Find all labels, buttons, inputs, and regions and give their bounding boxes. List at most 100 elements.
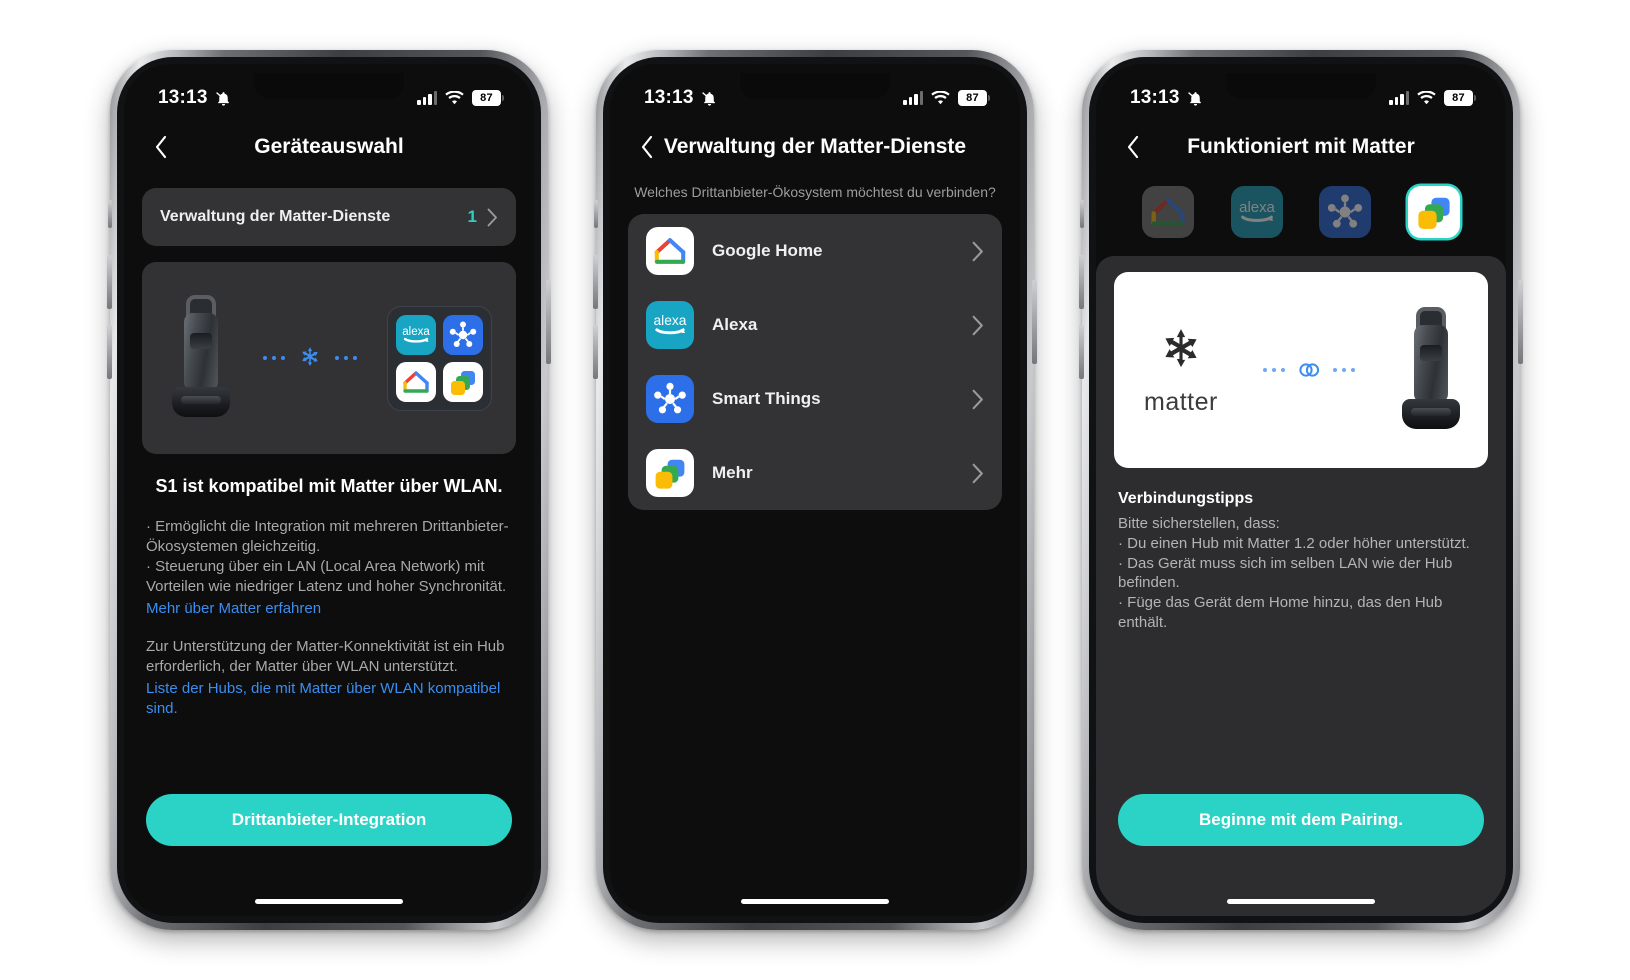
list-item-smart-things[interactable]: Smart Things — [628, 362, 1002, 436]
power-button[interactable] — [1032, 280, 1037, 364]
pairing-illustration-card: matter — [1114, 272, 1488, 468]
phone-3: 13:13 87 Funktioniert mit Matter alexa m… — [1079, 50, 1523, 930]
volume-up-button[interactable] — [593, 255, 598, 309]
phone-2-body: Welches Drittanbieter-Ökosystem möchtest… — [610, 176, 1020, 886]
svg-text:alexa: alexa — [402, 326, 430, 338]
tab-more[interactable] — [1407, 186, 1460, 238]
home-indicator[interactable] — [610, 886, 1020, 916]
volume-down-button[interactable] — [593, 325, 598, 379]
ecosystem-question: Welches Drittanbieter-Ökosystem möchtest… — [634, 184, 996, 200]
status-time: 13:13 — [1130, 87, 1180, 108]
connection-dots-left — [262, 356, 285, 360]
page-title: Geräteauswahl — [254, 135, 404, 158]
back-button[interactable] — [1118, 132, 1148, 162]
wifi-icon — [931, 90, 950, 106]
tips-line-1: · Du einen Hub mit Matter 1.2 oder höher… — [1118, 534, 1470, 552]
cta-container: Beginne mit dem Pairing. — [1096, 794, 1506, 886]
feature-bullets: · Ermöglicht die Integration mit mehrere… — [146, 518, 509, 595]
list-item-more[interactable]: Mehr — [628, 436, 1002, 510]
alexa-icon: alexa — [646, 301, 694, 349]
svg-text:alexa: alexa — [654, 313, 687, 328]
battery-cap — [988, 95, 990, 101]
notch — [740, 73, 890, 99]
volume-up-button[interactable] — [1079, 255, 1084, 309]
power-button[interactable] — [1518, 280, 1523, 364]
battery-level: 87 — [1444, 90, 1473, 106]
ecosystem-icon-grid: alexa — [387, 305, 492, 411]
phone-2-screen: 13:13 87 Verwaltung der Matter-Dienste W… — [610, 64, 1020, 916]
chevron-right-icon — [972, 315, 984, 336]
wifi-icon — [1417, 90, 1436, 106]
tips-line-2: · Das Gerät muss sich im selben LAN wie … — [1118, 554, 1453, 592]
home-indicator[interactable] — [124, 886, 534, 916]
volume-down-button[interactable] — [107, 325, 112, 379]
nav-bar: Geräteauswahl — [124, 118, 534, 176]
start-pairing-button[interactable]: Beginne mit dem Pairing. — [1118, 794, 1484, 846]
connection-dots-left — [1262, 368, 1285, 372]
status-time: 13:13 — [158, 87, 208, 108]
mute-switch[interactable] — [108, 200, 112, 228]
bell-slash-icon — [215, 90, 232, 107]
home-indicator[interactable] — [1096, 886, 1506, 916]
battery-indicator: 87 — [472, 90, 504, 106]
matter-services-row[interactable]: Verwaltung der Matter-Dienste 1 — [142, 188, 516, 246]
list-item-label: Alexa — [712, 315, 758, 334]
power-button[interactable] — [546, 280, 551, 364]
volume-down-button[interactable] — [1079, 325, 1084, 379]
tips-line-3: · Füge das Gerät dem Home hinzu, das den… — [1118, 594, 1443, 631]
matter-brand: matter — [1144, 323, 1218, 417]
hub-requirement-text: Zur Unterstützung der Matter-Konnektivit… — [146, 637, 505, 675]
matter-wordmark: matter — [1144, 388, 1218, 416]
phone-1-screen: 13:13 87 Geräteauswahl Verwaltung der Ma… — [124, 64, 534, 916]
mute-switch[interactable] — [594, 200, 598, 228]
battery-level: 87 — [958, 90, 987, 106]
back-button[interactable] — [146, 132, 176, 162]
hub-list-link[interactable]: Liste der Hubs, die mit Matter über WLAN… — [146, 679, 512, 719]
link-chain-icon — [1296, 360, 1322, 380]
matter-logo-icon — [1153, 323, 1209, 379]
tab-smart-things[interactable] — [1319, 186, 1372, 238]
details-panel: matter Verbindungstipps Bitte sicherstel… — [1096, 256, 1506, 916]
screenshot-stage: 13:13 87 Geräteauswahl Verwaltung der Ma… — [0, 0, 1630, 980]
compatibility-title: S1 ist kompatibel mit Matter über WLAN. — [155, 476, 503, 496]
wifi-icon — [445, 90, 464, 106]
google-home-icon — [396, 361, 436, 402]
learn-more-matter-link[interactable]: Mehr über Matter erfahren — [146, 599, 512, 619]
list-item-label: Mehr — [712, 463, 753, 482]
phone-1-body: Verwaltung der Matter-Dienste 1 alexa S1… — [124, 176, 534, 886]
alexa-icon: alexa — [396, 314, 436, 355]
cellular-signal-icon — [417, 91, 437, 105]
robot-vacuum-icon — [1400, 307, 1462, 433]
list-item-alexa[interactable]: alexa Alexa — [628, 288, 1002, 362]
phone-3-screen: 13:13 87 Funktioniert mit Matter alexa m… — [1096, 64, 1506, 916]
list-item-label: Smart Things — [712, 389, 821, 408]
phone-2: 13:13 87 Verwaltung der Matter-Dienste W… — [593, 50, 1037, 930]
third-party-integration-button[interactable]: Drittanbieter-Integration — [146, 794, 512, 846]
pairing-link-indicator — [1262, 360, 1355, 380]
matter-services-label: Verwaltung der Matter-Dienste — [160, 208, 391, 225]
battery-indicator: 87 — [958, 90, 990, 106]
chevron-right-icon — [972, 241, 984, 262]
tab-google-home[interactable] — [1142, 186, 1195, 238]
cta-container: Drittanbieter-Integration — [124, 794, 534, 886]
nav-bar: Verwaltung der Matter-Dienste — [610, 118, 1020, 176]
mute-switch[interactable] — [1080, 200, 1084, 228]
matter-logo-icon — [296, 344, 324, 372]
chevron-right-icon — [972, 463, 984, 484]
smartthings-icon — [646, 375, 694, 423]
robot-vacuum-icon — [170, 295, 232, 421]
tab-alexa[interactable]: alexa — [1230, 186, 1283, 238]
battery-indicator: 87 — [1444, 90, 1476, 106]
cellular-signal-icon — [903, 91, 923, 105]
cellular-signal-icon — [1389, 91, 1409, 105]
ecosystem-tabs: alexa — [1096, 176, 1506, 256]
back-button[interactable] — [632, 132, 662, 162]
more-icon — [443, 361, 483, 402]
connection-dots-right — [1332, 368, 1355, 372]
chevron-right-icon — [487, 208, 498, 227]
list-item-label: Google Home — [712, 241, 823, 260]
svg-text:alexa: alexa — [1239, 199, 1275, 216]
list-item-google-home[interactable]: Google Home — [628, 214, 1002, 288]
google-home-icon — [646, 227, 694, 275]
volume-up-button[interactable] — [107, 255, 112, 309]
